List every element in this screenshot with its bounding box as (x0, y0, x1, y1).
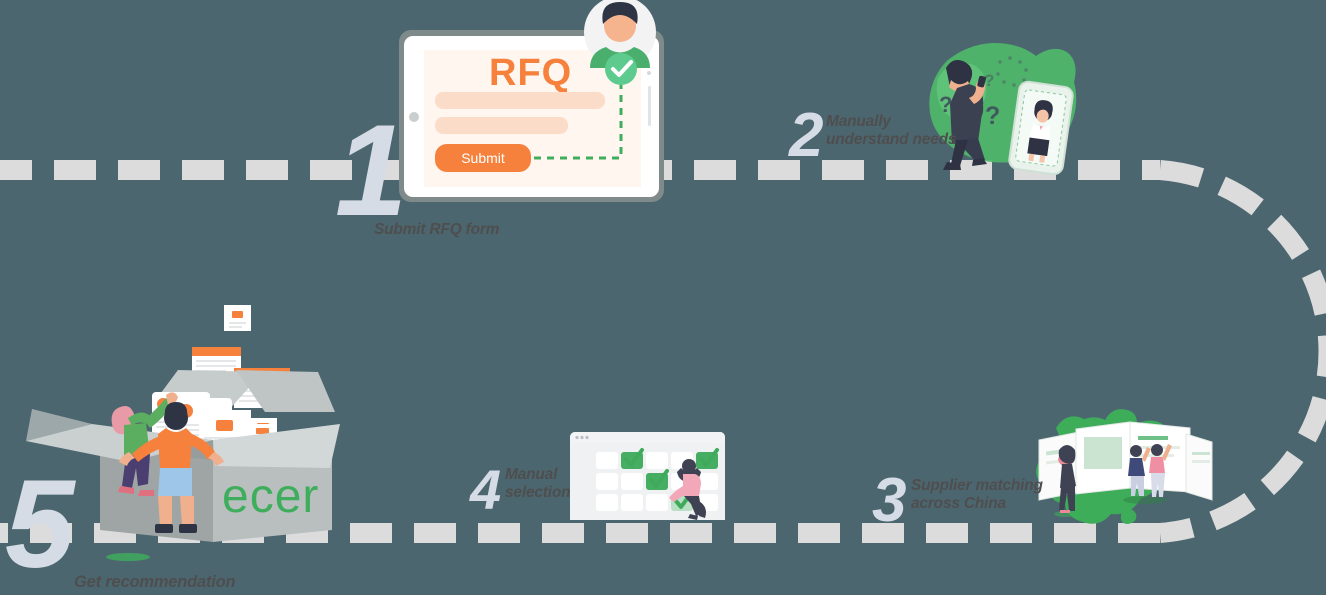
illustration-step-1: RFQ Submit (399, 0, 664, 202)
rfq-field-1[interactable] (435, 92, 605, 109)
step-2-number: 2 (789, 101, 824, 170)
step-2-label: Manually understand needs (826, 113, 957, 148)
infographic-canvas: ? ? ? ecer RFQ Submit 1 Submit RFQ form … (0, 0, 1326, 595)
step-5-label: Get recommendation (74, 573, 236, 591)
step-4-number: 4 (470, 458, 501, 521)
submit-button-label: Submit (461, 150, 505, 166)
step-5-number: 5 (5, 455, 75, 594)
step-1-label: Submit RFQ form (374, 221, 500, 238)
step-3-label: Supplier matching across China (911, 477, 1043, 512)
verified-check-badge (605, 53, 637, 85)
step-3-number: 3 (872, 466, 907, 535)
step-4-label: Manual selection (505, 466, 571, 501)
rfq-field-2[interactable] (435, 117, 568, 134)
submit-button[interactable]: Submit (435, 144, 531, 172)
step-1-number: 1 (335, 97, 407, 243)
rfq-title: RFQ (489, 52, 572, 94)
